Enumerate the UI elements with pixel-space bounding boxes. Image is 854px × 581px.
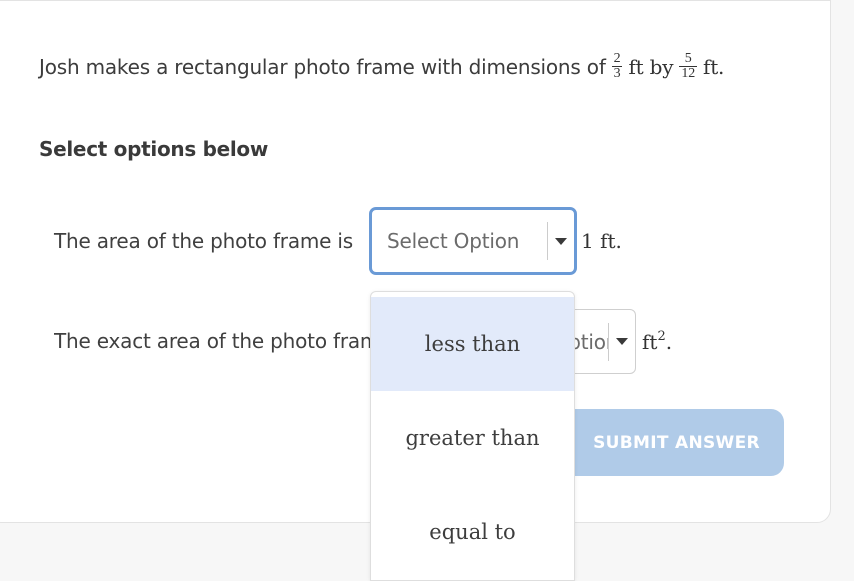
fraction-five-twelfths: 5 12: [679, 52, 697, 81]
row-2-suffix: ft2.: [642, 329, 672, 354]
exponent: 2: [657, 329, 666, 344]
chevron-down-icon[interactable]: [548, 237, 574, 245]
fraction-numerator: 2: [613, 51, 621, 66]
fraction-denominator: 3: [611, 66, 623, 81]
question-text: Josh makes a rectangular photo frame wit…: [39, 52, 724, 81]
select-value: Select Option: [387, 229, 520, 253]
unit-ft-by: ft by: [628, 54, 674, 79]
area-comparison-select[interactable]: Select Option: [369, 207, 577, 275]
select-dropdown-menu: less than greater than equal to: [370, 291, 575, 581]
period: .: [665, 330, 673, 354]
submit-answer-button[interactable]: SUBMIT ANSWER: [555, 409, 784, 476]
section-title: Select options below: [39, 137, 269, 161]
row-2-label: The exact area of the photo frame is: [54, 329, 370, 353]
question-prefix: Josh makes a rectangular photo frame wit…: [39, 54, 606, 79]
row-1-suffix: 1 ft.: [581, 229, 622, 253]
fraction-numerator: 5: [684, 51, 692, 66]
row-1-label: The area of the photo frame is: [54, 229, 354, 253]
option-greater-than[interactable]: greater than: [371, 391, 574, 485]
option-equal-to[interactable]: equal to: [371, 485, 574, 579]
chevron-down-icon[interactable]: [609, 338, 635, 345]
fraction-denominator: 12: [679, 66, 697, 81]
option-less-than[interactable]: less than: [371, 297, 574, 391]
unit-ft: ft: [642, 330, 658, 354]
fraction-two-thirds: 2 3: [611, 51, 623, 81]
unit-ft: ft.: [703, 54, 725, 79]
